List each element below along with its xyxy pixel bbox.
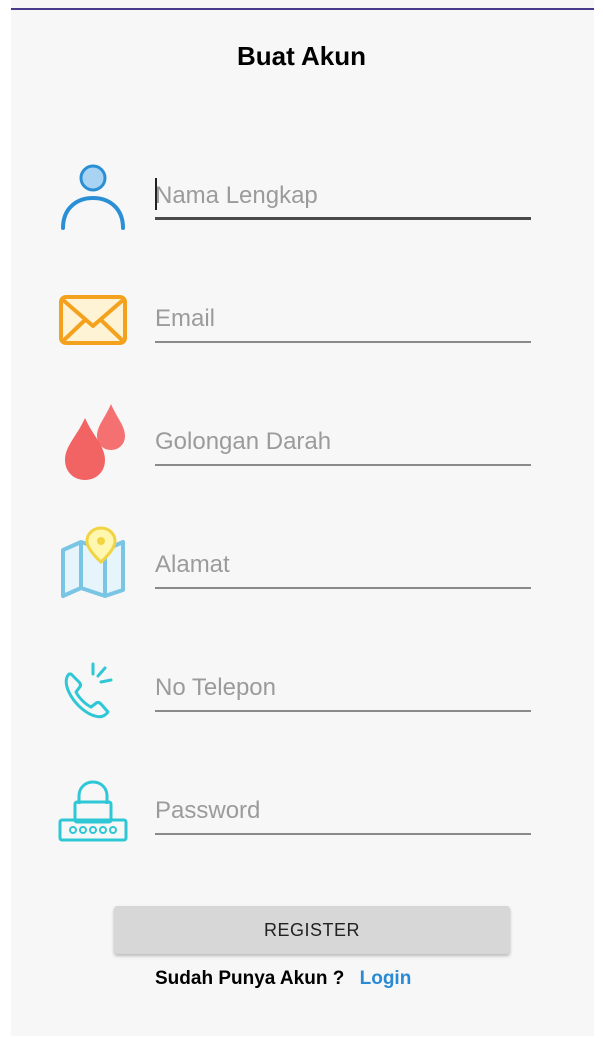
password-input[interactable] <box>155 789 531 833</box>
register-button[interactable]: REGISTER <box>114 906 510 954</box>
field-underline <box>155 217 531 220</box>
address-field[interactable] <box>155 543 531 589</box>
status-divider <box>11 8 594 10</box>
blood-type-field[interactable] <box>155 420 531 466</box>
phone-field[interactable] <box>155 666 531 712</box>
blood-drop-icon <box>65 404 125 480</box>
email-input[interactable] <box>155 297 531 341</box>
user-icon <box>61 164 125 230</box>
phone-input[interactable] <box>155 666 531 710</box>
map-pin-icon <box>61 526 125 598</box>
field-underline <box>155 341 531 343</box>
full-name-input[interactable] <box>155 174 531 218</box>
blood-type-input[interactable] <box>155 420 531 464</box>
field-underline <box>155 833 531 835</box>
field-underline <box>155 464 531 466</box>
login-question: Sudah Punya Akun ? <box>155 968 345 989</box>
address-input[interactable] <box>155 543 531 587</box>
email-field[interactable] <box>155 297 531 343</box>
field-underline <box>155 710 531 712</box>
login-link[interactable]: Login <box>360 968 412 989</box>
app-screen <box>11 0 594 1036</box>
envelope-icon <box>59 295 127 345</box>
lock-icon <box>58 780 128 842</box>
phone-icon <box>64 662 113 719</box>
full-name-field[interactable] <box>155 174 531 220</box>
text-caret <box>155 178 157 210</box>
password-field[interactable] <box>155 789 531 835</box>
login-prompt: Sudah Punya Akun ? Login <box>155 968 411 990</box>
field-underline <box>155 587 531 589</box>
page-title: Buat Akun <box>236 41 367 71</box>
